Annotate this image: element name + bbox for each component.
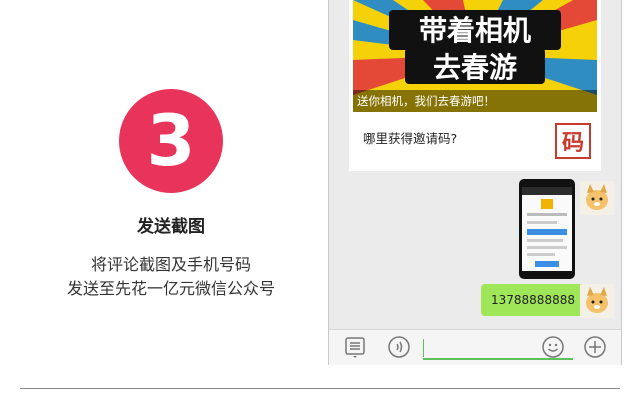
step-title: 发送截图 [137, 217, 205, 237]
promo-caption: 送你相机，我们去春游吧！ [353, 90, 597, 112]
step-number: 3 [146, 100, 196, 182]
chat-input-bar [329, 329, 621, 365]
screenshot-image-message[interactable] [519, 179, 575, 279]
phone-number-message[interactable]: 13788888888 [481, 284, 585, 316]
banner-line-1: 带着相机 [419, 14, 531, 47]
text-cursor [423, 339, 424, 357]
user-avatar[interactable] [580, 181, 614, 215]
code-icon-char: 码 [561, 131, 584, 156]
dog-avatar-icon [586, 184, 608, 210]
step-description: 将评论截图及手机号码 发送至先花一亿元微信公众号 [30, 253, 312, 301]
promo-question[interactable]: 哪里获得邀请码? [363, 128, 457, 147]
step-description-line: 将评论截图及手机号码 [90, 255, 251, 274]
banner-line-2: 去春游 [433, 51, 517, 84]
dog-avatar-icon [586, 287, 608, 313]
user-avatar[interactable] [580, 284, 614, 318]
step-description-line: 发送至先花一亿元微信公众号 [66, 279, 275, 298]
voice-icon[interactable] [387, 335, 411, 359]
divider [20, 388, 620, 389]
promo-card[interactable]: 带着相机 去春游 送你相机，我们去春游吧！ 哪里获得邀请码? 码 [349, 0, 601, 171]
list-menu-icon[interactable] [343, 335, 367, 359]
chat-panel: 带着相机 去春游 送你相机，我们去春游吧！ 哪里获得邀请码? 码 1378888… [328, 0, 622, 365]
emoji-icon[interactable] [541, 335, 565, 359]
plus-icon[interactable] [583, 335, 607, 359]
code-icon: 码 [555, 123, 591, 159]
promo-banner-image: 带着相机 去春游 送你相机，我们去春游吧！ [353, 0, 597, 112]
step-number-badge: 3 [119, 89, 223, 193]
phone-screenshot-thumbnail [522, 187, 572, 271]
